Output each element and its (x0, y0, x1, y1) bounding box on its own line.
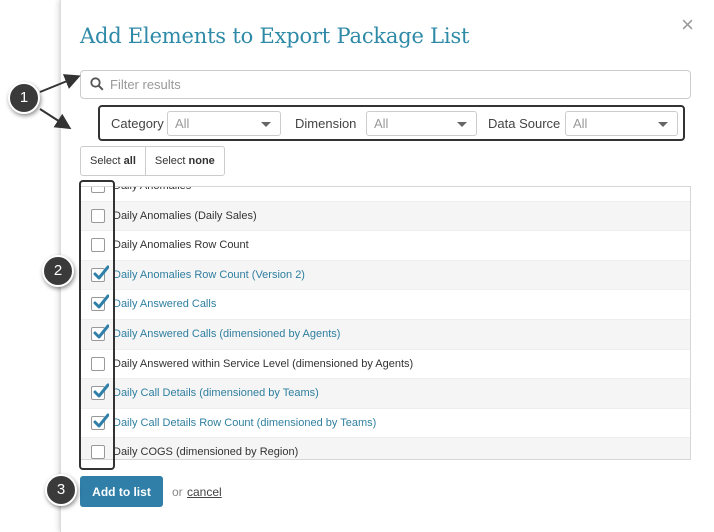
callout-badge-3: 3 (45, 474, 77, 506)
callout-badge-2: 2 (42, 255, 74, 287)
arrow-to-search (39, 74, 81, 93)
callout-badge-1: 1 (8, 82, 40, 114)
arrow-to-filters (39, 108, 72, 130)
callout-arrows (39, 74, 81, 130)
